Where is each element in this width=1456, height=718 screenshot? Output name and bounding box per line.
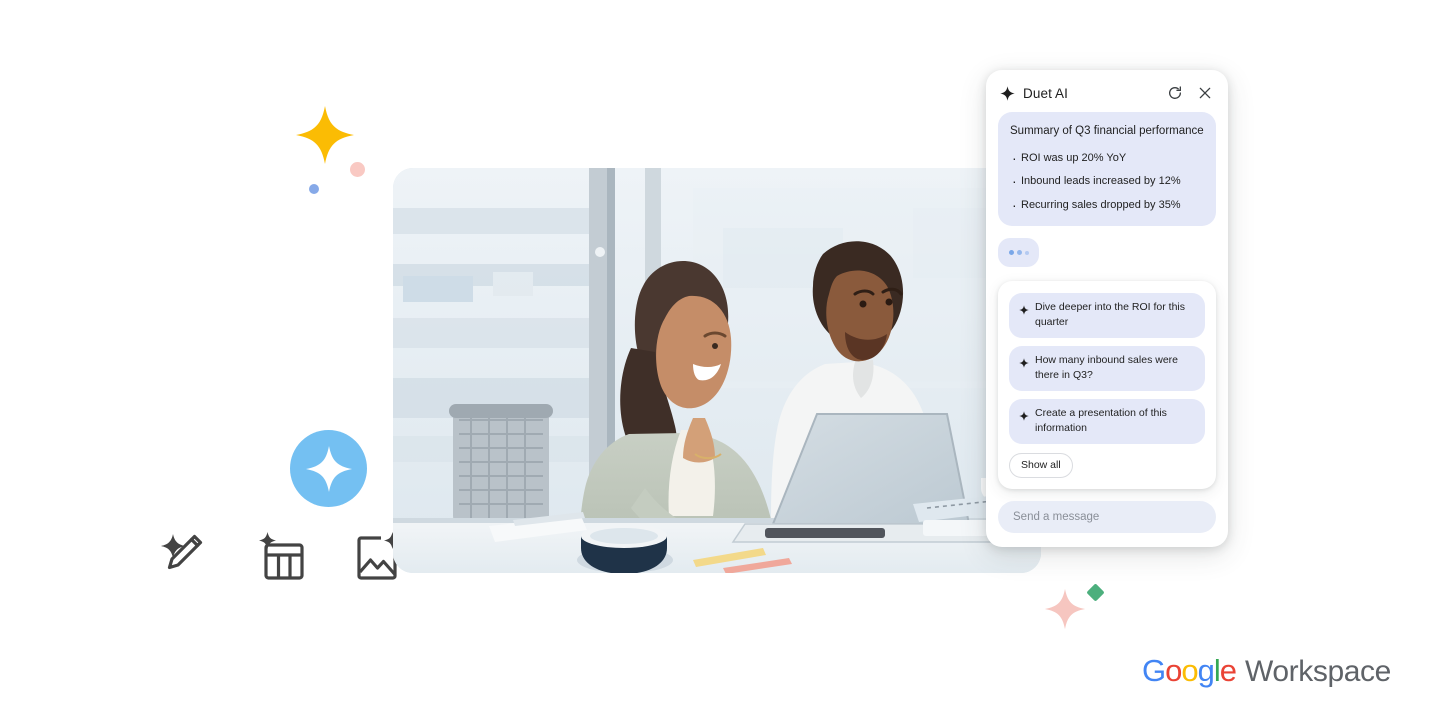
page-root: Duet AI Summary of Q3 financial performa… — [0, 0, 1456, 718]
table-sparkle-icon — [256, 530, 308, 582]
blue-sparkle-badge — [290, 430, 367, 507]
message-input-placeholder: Send a message — [1013, 510, 1100, 523]
message-title: Summary of Q3 financial performance — [1010, 125, 1204, 137]
show-all-button[interactable]: Show all — [1009, 452, 1073, 478]
suggestion-chip-2[interactable]: How many inbound sales were there in Q3? — [1009, 345, 1205, 391]
blue-dot — [309, 184, 319, 194]
sparkle-icon — [1019, 408, 1029, 421]
logo-letter-g2: g — [1197, 653, 1215, 688]
google-wordmark: Google — [1142, 653, 1237, 689]
office-photo-illustration — [393, 168, 1041, 573]
sparkle-icon — [1019, 355, 1029, 368]
message-bullet-list: ROI was up 20% YoY Inbound leads increas… — [1010, 150, 1204, 213]
suggestion-chip-label: Create a presentation of this informatio… — [1035, 406, 1167, 434]
office-photo — [393, 168, 1041, 573]
suggestion-chip-3[interactable]: Create a presentation of this informatio… — [1009, 398, 1205, 444]
google-workspace-logo: Google Workspace — [1142, 653, 1391, 689]
green-diamond — [1086, 583, 1105, 602]
assistant-message: Summary of Q3 financial performance ROI … — [998, 112, 1216, 227]
suggestions-card: Dive deeper into the ROI for this quarte… — [998, 281, 1216, 489]
sparkle-icon — [1019, 302, 1029, 315]
refresh-icon[interactable] — [1164, 82, 1186, 104]
typing-indicator — [998, 238, 1039, 268]
yellow-star-icon — [296, 106, 354, 164]
duet-ai-panel: Duet AI Summary of Q3 financial performa… — [986, 70, 1228, 547]
suggestion-chip-label: Dive deeper into the ROI for this quarte… — [1035, 301, 1185, 328]
workspace-wordmark: Workspace — [1245, 655, 1391, 688]
pink-star-icon — [1044, 588, 1086, 630]
typing-dot — [1024, 250, 1029, 255]
suggestion-chip-1[interactable]: Dive deeper into the ROI for this quarte… — [1009, 293, 1205, 338]
typing-dot — [1008, 250, 1014, 256]
panel-header: Duet AI — [986, 70, 1228, 112]
logo-letter-g1: G — [1142, 653, 1166, 688]
pink-dot — [350, 162, 365, 177]
logo-letter-o2: o — [1181, 653, 1198, 688]
feature-icon-row — [160, 530, 404, 582]
magic-pencil-icon — [160, 530, 212, 582]
list-item: Recurring sales dropped by 35% — [1010, 197, 1204, 213]
sparkle-icon — [1000, 85, 1015, 101]
logo-letter-o1: o — [1165, 653, 1182, 688]
badge-sparkle-icon — [305, 445, 352, 492]
list-item: Inbound leads increased by 12% — [1010, 173, 1204, 189]
message-input[interactable]: Send a message — [998, 500, 1216, 533]
panel-body: Summary of Q3 financial performance ROI … — [986, 112, 1228, 489]
list-item: ROI was up 20% YoY — [1010, 150, 1204, 166]
suggestion-chip-label: How many inbound sales were there in Q3? — [1035, 353, 1178, 381]
logo-letter-e: e — [1219, 653, 1237, 688]
panel-title: Duet AI — [1023, 85, 1068, 101]
typing-dot — [1016, 250, 1022, 256]
close-icon[interactable] — [1194, 82, 1216, 104]
